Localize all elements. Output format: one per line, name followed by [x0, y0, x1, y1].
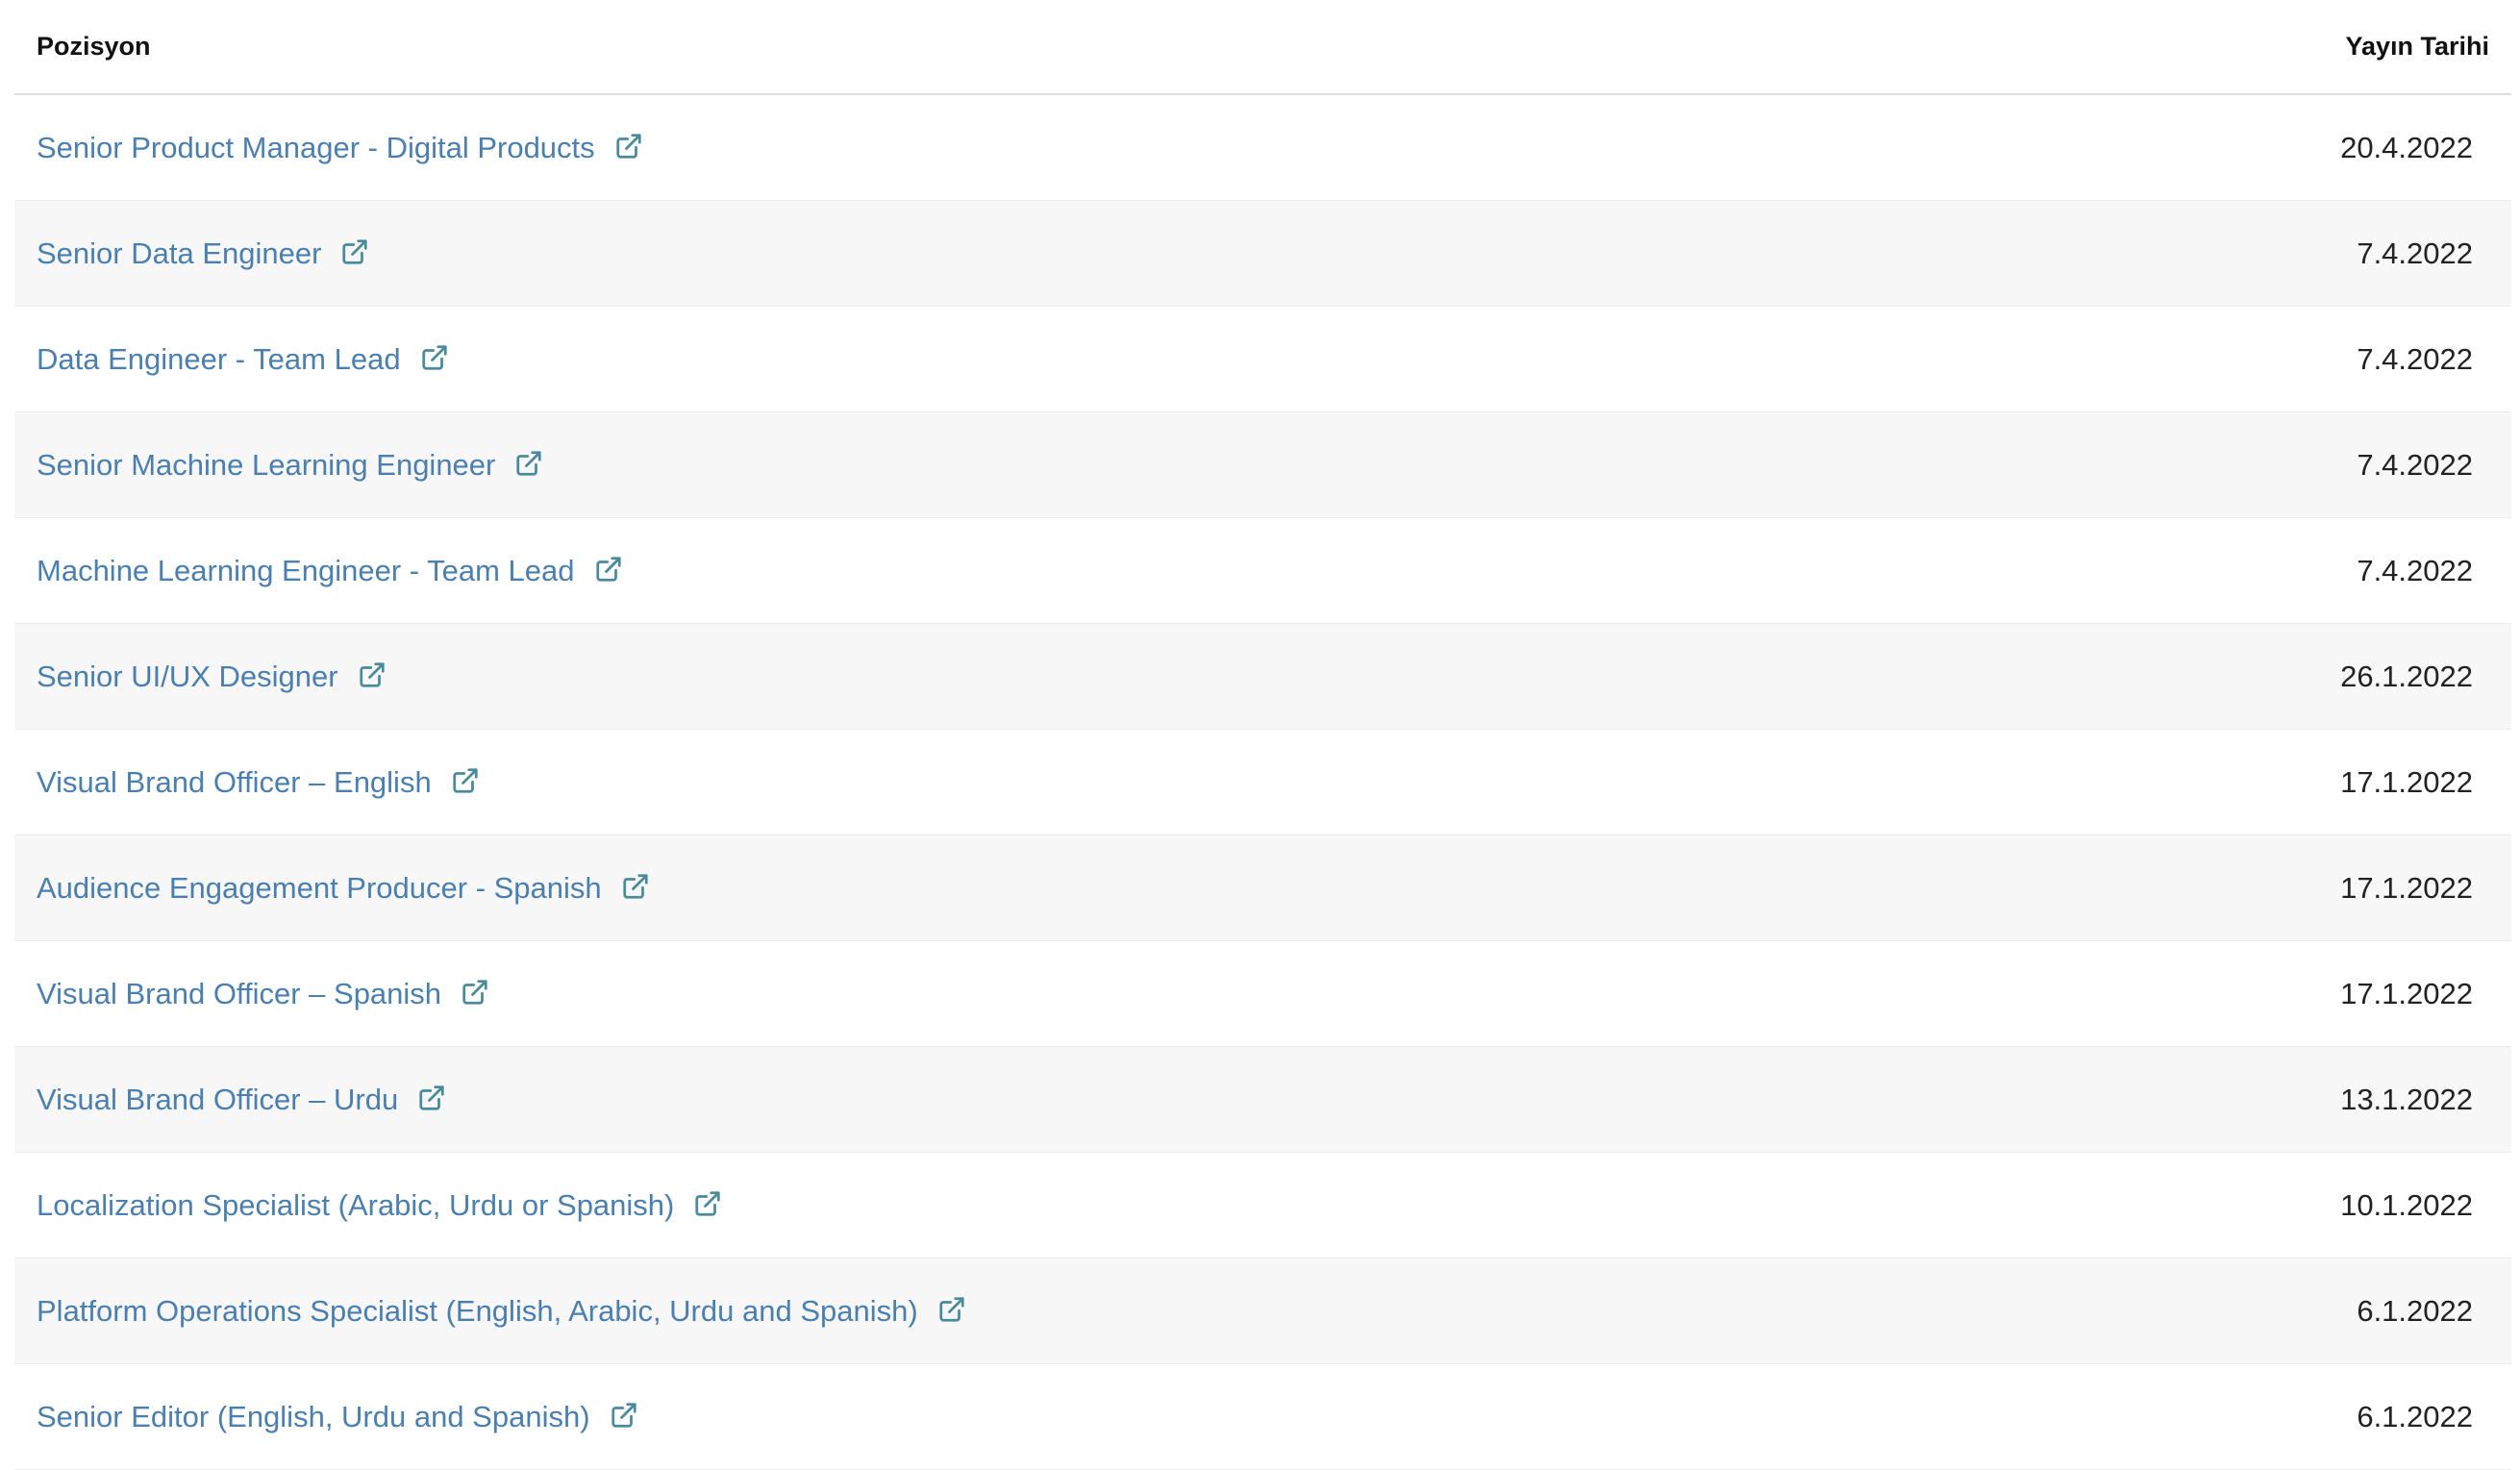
external-link-icon[interactable]: [610, 1401, 638, 1430]
job-title-link[interactable]: Machine Learning Engineer - Team Lead: [14, 554, 623, 588]
external-link-icon[interactable]: [461, 978, 489, 1007]
publish-date: 7.4.2022: [2357, 447, 2473, 482]
header-publish-date: Yayın Tarihi: [2345, 32, 2489, 61]
job-title-text: Visual Brand Officer – Urdu: [37, 1082, 399, 1116]
external-link-icon[interactable]: [594, 555, 623, 584]
publish-date: 7.4.2022: [2357, 553, 2473, 587]
table-row: Visual Brand Officer – Spanish 17.1.2022: [14, 941, 2511, 1047]
external-link-icon[interactable]: [417, 1084, 446, 1112]
table-row: Audience Engagement Producer - Spanish 17…: [14, 835, 2511, 941]
job-title-link[interactable]: Senior UI/UX Designer: [14, 660, 387, 694]
table-row: Senior UI/UX Designer 26.1.2022: [14, 624, 2511, 730]
publish-date: 6.1.2022: [2357, 1293, 2473, 1328]
job-title-text: Senior Editor (English, Urdu and Spanish…: [37, 1399, 590, 1433]
job-title-text: Senior Product Manager - Digital Product…: [37, 130, 595, 164]
table-row: Senior Product Manager - Digital Product…: [14, 95, 2511, 201]
table-row: Senior Editor (English, Urdu and Spanish…: [14, 1364, 2511, 1470]
table-row: Senior Machine Learning Engineer 7.4.2022: [14, 412, 2511, 518]
publish-date: 6.1.2022: [2357, 1399, 2473, 1433]
job-title-link[interactable]: Visual Brand Officer – English: [14, 765, 480, 800]
external-link-icon[interactable]: [621, 872, 650, 901]
publish-date: 7.4.2022: [2357, 236, 2473, 270]
publish-date: 17.1.2022: [2340, 764, 2473, 799]
job-title-text: Visual Brand Officer – Spanish: [37, 976, 442, 1010]
header-position: Pozisyon: [37, 32, 151, 61]
table-body: Senior Product Manager - Digital Product…: [14, 95, 2511, 1470]
table-row: Senior Data Engineer 7.4.2022: [14, 201, 2511, 307]
external-link-icon[interactable]: [514, 449, 543, 478]
job-title-link[interactable]: Visual Brand Officer – Spanish: [14, 977, 489, 1011]
external-link-icon[interactable]: [420, 343, 449, 372]
table-row: Data Engineer - Team Lead 7.4.2022: [14, 307, 2511, 412]
publish-date: 17.1.2022: [2340, 976, 2473, 1010]
table-row: Machine Learning Engineer - Team Lead 7.4…: [14, 518, 2511, 624]
job-title-link[interactable]: Platform Operations Specialist (English,…: [14, 1294, 966, 1329]
external-link-icon[interactable]: [937, 1295, 966, 1324]
job-title-text: Senior UI/UX Designer: [37, 659, 338, 693]
job-title-link[interactable]: Data Engineer - Team Lead: [14, 342, 449, 377]
publish-date: 13.1.2022: [2340, 1082, 2473, 1116]
external-link-icon[interactable]: [358, 660, 387, 689]
external-link-icon[interactable]: [614, 132, 643, 161]
job-title-text: Senior Data Engineer: [37, 236, 322, 270]
table-row: Visual Brand Officer – English 17.1.2022: [14, 730, 2511, 835]
external-link-icon[interactable]: [693, 1189, 722, 1218]
job-title-link[interactable]: Senior Machine Learning Engineer: [14, 448, 543, 483]
table-header: Pozisyon Yayın Tarihi: [14, 0, 2511, 95]
job-title-link[interactable]: Senior Product Manager - Digital Product…: [14, 131, 643, 165]
publish-date: 7.4.2022: [2357, 341, 2473, 376]
job-title-text: Data Engineer - Team Lead: [37, 341, 401, 376]
table-row: Localization Specialist (Arabic, Urdu or…: [14, 1153, 2511, 1258]
job-title-text: Senior Machine Learning Engineer: [37, 447, 496, 482]
job-title-text: Visual Brand Officer – English: [37, 764, 432, 799]
job-title-text: Platform Operations Specialist (English,…: [37, 1293, 918, 1328]
table-row: Visual Brand Officer – Urdu 13.1.2022: [14, 1047, 2511, 1153]
publish-date: 26.1.2022: [2340, 659, 2473, 693]
job-title-link[interactable]: Senior Editor (English, Urdu and Spanish…: [14, 1400, 638, 1434]
job-title-text: Audience Engagement Producer - Spanish: [37, 870, 602, 905]
job-title-link[interactable]: Audience Engagement Producer - Spanish: [14, 871, 650, 906]
job-title-text: Machine Learning Engineer - Team Lead: [37, 553, 575, 587]
external-link-icon[interactable]: [340, 237, 369, 266]
job-title-text: Localization Specialist (Arabic, Urdu or…: [37, 1187, 675, 1222]
table-row: Platform Operations Specialist (English,…: [14, 1258, 2511, 1364]
job-title-link[interactable]: Localization Specialist (Arabic, Urdu or…: [14, 1188, 722, 1223]
publish-date: 10.1.2022: [2340, 1187, 2473, 1222]
job-title-link[interactable]: Visual Brand Officer – Urdu: [14, 1083, 446, 1117]
job-listings-table: Pozisyon Yayın Tarihi Senior Product Man…: [14, 0, 2511, 1470]
publish-date: 20.4.2022: [2340, 130, 2473, 164]
publish-date: 17.1.2022: [2340, 870, 2473, 905]
job-title-link[interactable]: Senior Data Engineer: [14, 237, 369, 271]
external-link-icon[interactable]: [451, 766, 480, 795]
